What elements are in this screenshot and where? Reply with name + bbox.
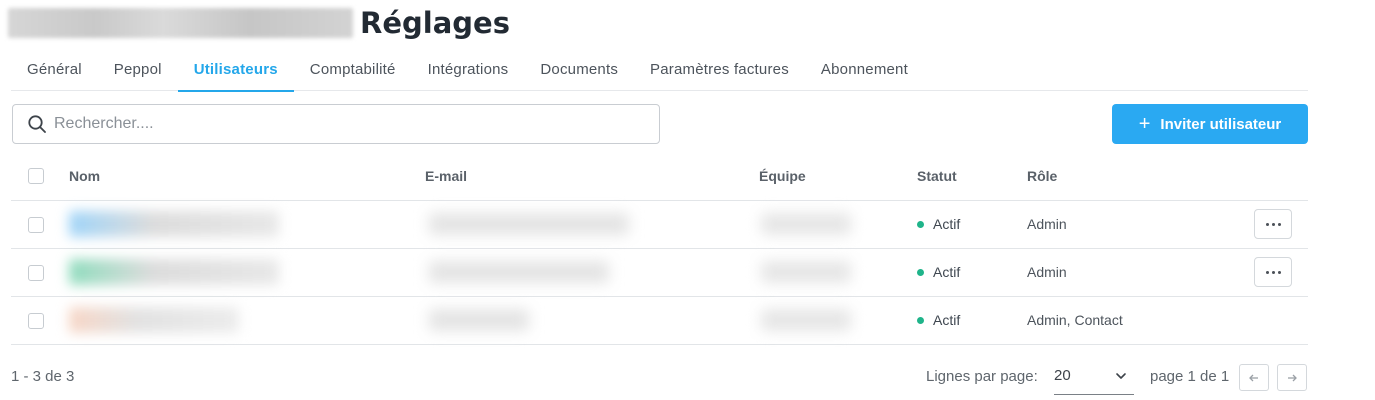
- redacted-name: [69, 211, 279, 237]
- more-dots-icon: [1265, 222, 1269, 226]
- invite-user-label: Inviter utilisateur: [1160, 115, 1282, 133]
- more-dots-icon: [1265, 270, 1269, 274]
- status-badge: Actif: [917, 312, 1027, 328]
- role-cell: Admin: [1027, 216, 1067, 232]
- arrow-right-icon: [1288, 374, 1297, 381]
- row-checkbox[interactable]: [28, 264, 44, 281]
- tab-invoice-settings[interactable]: Paramètres factures: [634, 48, 805, 91]
- column-header-name[interactable]: Nom: [69, 152, 425, 200]
- table-row[interactable]: Actif Admin: [11, 248, 1308, 296]
- rows-per-page-label: Lignes par page:: [926, 368, 1038, 385]
- active-dot-icon: [917, 316, 924, 324]
- column-header-team[interactable]: Équipe: [759, 152, 917, 200]
- select-all-checkbox[interactable]: [28, 168, 44, 185]
- redacted-company-name: [8, 8, 353, 38]
- redacted-name: [69, 259, 279, 285]
- settings-tabs: Général Peppol Utilisateurs Comptabilité…: [11, 48, 1308, 92]
- active-dot-icon: [917, 268, 924, 276]
- plus-icon: +: [1138, 113, 1151, 135]
- row-checkbox[interactable]: [28, 312, 44, 329]
- redacted-email: [429, 261, 609, 283]
- next-page-button[interactable]: [1277, 364, 1307, 391]
- row-actions-button[interactable]: [1254, 257, 1292, 287]
- row-actions-button[interactable]: [1254, 209, 1292, 239]
- page-info: page 1 de 1: [1150, 368, 1230, 385]
- table-row[interactable]: Actif Admin, Contact: [11, 296, 1308, 344]
- arrow-left-icon: [1249, 374, 1258, 381]
- redacted-email: [429, 213, 629, 235]
- tab-integrations[interactable]: Intégrations: [412, 48, 525, 91]
- search-input[interactable]: [54, 115, 634, 133]
- tab-documents[interactable]: Documents: [524, 48, 634, 91]
- role-cell: Admin: [1027, 264, 1067, 280]
- previous-page-button[interactable]: [1239, 364, 1269, 391]
- table-row[interactable]: Actif Admin: [11, 200, 1308, 248]
- redacted-team: [761, 261, 851, 283]
- column-header-role[interactable]: Rôle: [1027, 152, 1207, 200]
- table-header-row: Nom E-mail Équipe Statut Rôle: [11, 152, 1308, 200]
- column-header-status[interactable]: Statut: [917, 152, 1027, 200]
- role-cell: Admin, Contact: [1027, 312, 1123, 328]
- tab-subscription[interactable]: Abonnement: [805, 48, 924, 91]
- tab-users[interactable]: Utilisateurs: [177, 48, 294, 92]
- column-header-email[interactable]: E-mail: [425, 152, 759, 200]
- tab-general[interactable]: Général: [11, 48, 98, 91]
- search-box[interactable]: [12, 104, 660, 144]
- row-checkbox[interactable]: [28, 216, 44, 233]
- pagination-range: 1 - 3 de 3: [11, 368, 75, 385]
- status-badge: Actif: [917, 264, 1027, 280]
- page-title: Réglages: [360, 6, 510, 40]
- users-table: Nom E-mail Équipe Statut Rôle Actif Admi…: [11, 152, 1308, 345]
- rows-per-page-value: 20: [1054, 367, 1071, 384]
- redacted-team: [761, 213, 851, 235]
- chevron-down-icon: [1116, 373, 1126, 379]
- redacted-team: [761, 309, 851, 331]
- redacted-name: [69, 307, 239, 333]
- tab-accounting[interactable]: Comptabilité: [294, 48, 412, 91]
- redacted-email: [429, 309, 529, 331]
- rows-per-page-select[interactable]: 20: [1054, 362, 1134, 395]
- search-icon: [28, 115, 46, 133]
- active-dot-icon: [917, 220, 924, 228]
- tab-peppol[interactable]: Peppol: [98, 48, 178, 91]
- invite-user-button[interactable]: + Inviter utilisateur: [1112, 104, 1308, 144]
- status-badge: Actif: [917, 216, 1027, 232]
